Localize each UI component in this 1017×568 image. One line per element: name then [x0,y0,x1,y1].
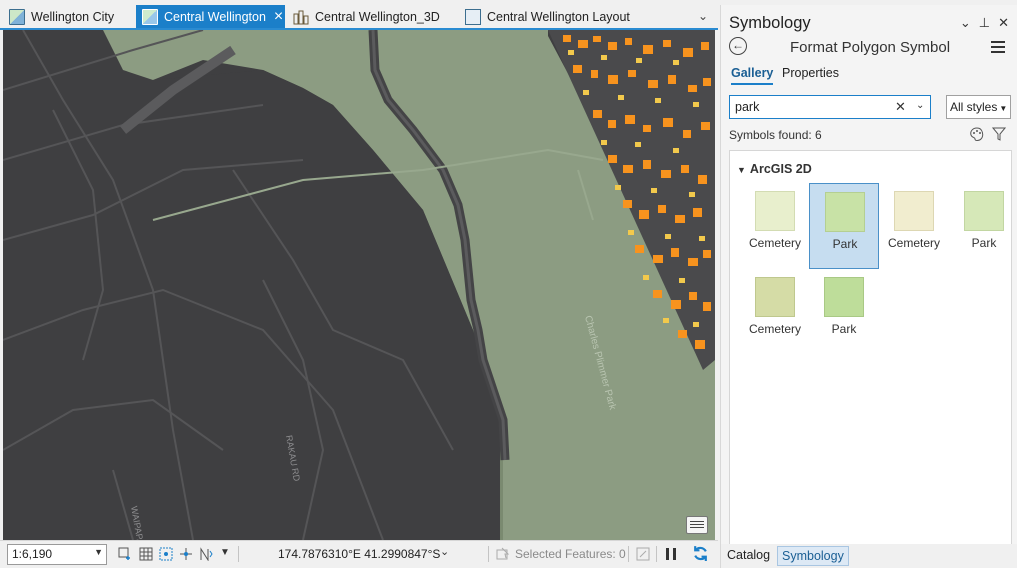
styles-dropdown[interactable]: All styles ▼ [946,95,1011,119]
search-box: ✕ ⌄ [729,95,931,119]
tab-label: Central Wellington Layout [487,9,630,24]
symbol-label: Cemetery [748,322,801,336]
tab-symbology[interactable]: Symbology [777,546,849,566]
symbol-label: Cemetery [887,236,940,250]
tab-label: Central Wellington_3D [315,9,440,24]
add-data-icon[interactable] [118,547,132,561]
symbology-pane: Symbology ⌄ ⊥ ✕ ← Format Polygon Symbol … [720,5,1017,568]
close-icon[interactable]: ✕ [998,15,1009,31]
tab-catalog[interactable]: Catalog [727,548,770,562]
symbol-swatch [894,191,934,231]
symbol-gallery: ▼ ArcGIS 2D Cemetery Park Cemetery Park C… [729,150,1012,545]
symbol-item-park[interactable]: Park [949,183,1017,269]
north-arrow-icon[interactable] [199,547,213,561]
styles-dropdown-value: All styles [950,100,998,114]
snapping-icon[interactable] [159,547,173,561]
pane-bottom-tabs: Catalog Symbology [721,544,1017,568]
symbol-item-cemetery[interactable]: Cemetery [740,269,810,355]
tab-central-wellington[interactable]: Central Wellington × [136,5,285,28]
scale-selector[interactable]: 1:6,190 ▼ [7,544,107,565]
tab-properties[interactable]: Properties [782,66,839,80]
tab-central-wellington-layout[interactable]: Central Wellington Layout [459,5,659,28]
chevron-down-icon[interactable]: ⌄ [440,545,449,558]
search-input[interactable] [730,96,888,118]
tab-overflow-chevron-icon[interactable]: ⌄ [698,9,708,23]
symbol-item-park[interactable]: Park [809,183,879,269]
pane-controls: ⌄ ⊥ ✕ [960,15,1009,31]
arcgis-pro-window: Wellington City Central Wellington × Cen… [0,0,1017,568]
symbol-item-cemetery[interactable]: Cemetery [879,183,949,269]
scale-value: 1:6,190 [12,547,53,561]
separator [488,546,489,562]
symbol-swatch [755,191,795,231]
symbol-label: Park [831,322,857,336]
selection-icon [496,547,510,560]
tab-gallery[interactable]: Gallery [731,66,774,85]
symbol-swatch [825,192,865,232]
tab-wellington-city[interactable]: Wellington City [3,5,135,28]
separator [238,546,239,562]
chevron-down-icon: ▼ [999,104,1008,113]
tab-central-wellington-3d[interactable]: Central Wellington_3D [287,5,457,28]
separator [656,546,657,562]
palette-icon[interactable] [969,126,985,142]
clear-icon[interactable]: ✕ [895,99,906,115]
refresh-icon[interactable] [692,545,709,562]
attribute-table-icon[interactable] [686,516,708,534]
symbol-label: Park [832,237,858,251]
back-button[interactable]: ← [729,37,747,55]
symbol-label: Cemetery [748,236,801,250]
symbol-item-cemetery[interactable]: Cemetery [740,183,810,269]
pause-icon[interactable] [664,547,678,561]
refresh-layer-icon[interactable] [636,547,650,561]
symbol-swatch [824,277,864,317]
filter-icon[interactable] [992,126,1006,142]
constraint-icon[interactable] [179,547,193,561]
separator [628,546,629,562]
selected-features-count: Selected Features: 0 [515,547,626,561]
chevron-down-icon[interactable]: ⌄ [960,15,971,31]
symbol-label: Park [971,236,997,250]
pane-title: Symbology [729,14,811,32]
close-icon[interactable]: × [274,8,283,25]
symbol-swatch [964,191,1004,231]
chevron-down-icon: ▼ [94,547,103,557]
map-icon [9,8,25,25]
map-view[interactable]: Charles Plimmer Park RAKAU RD WAIPAPA [3,30,715,540]
scene-icon [293,9,309,25]
symbol-swatch [755,277,795,317]
view-tab-bar: Wellington City Central Wellington × Cen… [0,0,718,30]
chevron-down-icon: ▼ [737,165,746,175]
grid-icon[interactable] [139,547,153,561]
coordinates-readout: 174.7876310°E 41.2990847°S [278,547,441,561]
chevron-down-icon[interactable]: ▼ [220,547,230,558]
arrow-left-icon: ← [732,38,744,52]
pin-icon[interactable]: ⊥ [979,15,990,31]
layout-icon [465,8,481,25]
format-symbol-title: Format Polygon Symbol [790,39,951,56]
tab-label: Wellington City [31,9,115,24]
tab-label: Central Wellington [164,9,266,24]
symbol-item-park[interactable]: Park [809,269,879,355]
chevron-down-icon[interactable]: ⌄ [916,100,924,111]
menu-icon[interactable] [991,41,1005,53]
group-label: ArcGIS 2D [749,162,812,176]
map-icon [142,8,158,25]
map-canvas: Charles Plimmer Park RAKAU RD WAIPAPA [3,30,715,540]
symbols-found-count: Symbols found: 6 [729,128,822,142]
gallery-group-header[interactable]: ▼ ArcGIS 2D [737,162,812,176]
map-status-bar: 1:6,190 ▼ ▼ 174.7876310°E 41.2990847°S ⌄… [0,540,718,568]
